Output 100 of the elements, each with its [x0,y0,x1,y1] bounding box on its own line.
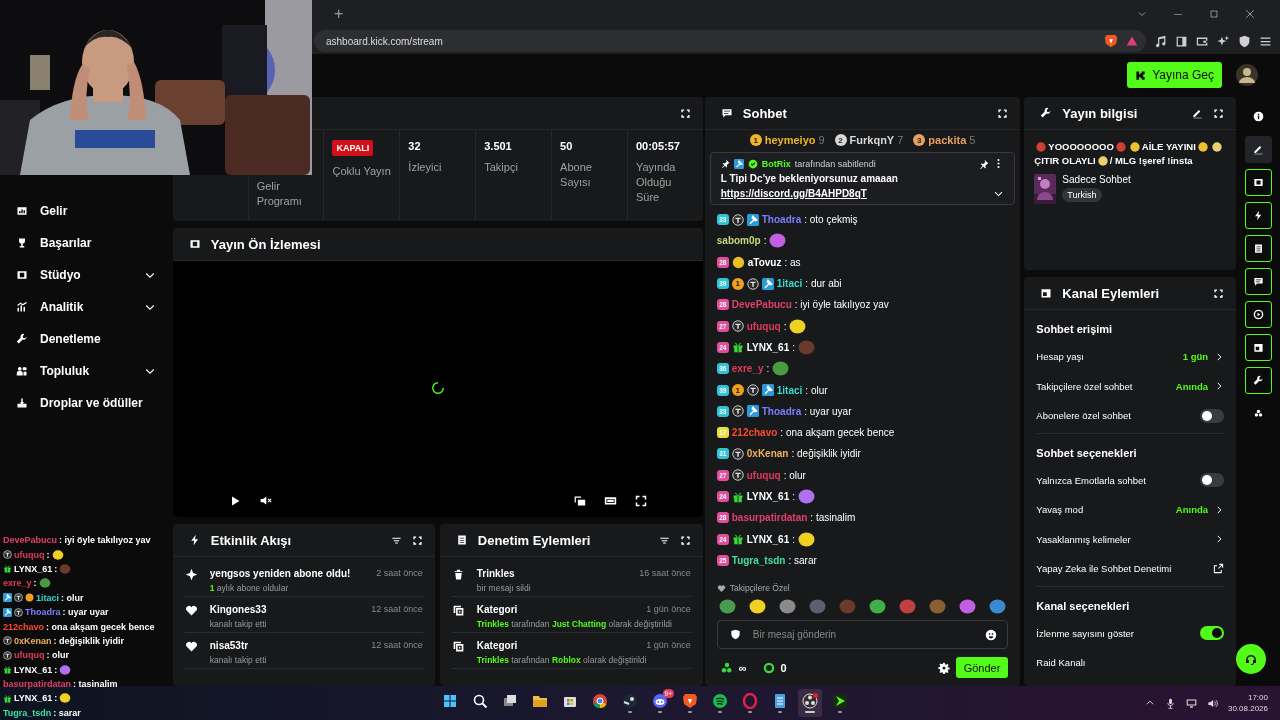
emote-icon[interactable] [778,599,796,614]
username[interactable]: LYNX_61 [746,491,790,502]
microphone-icon[interactable] [1164,697,1176,709]
username[interactable]: ufuquq [746,469,781,481]
username[interactable]: 1itaci [36,592,59,603]
category-name[interactable]: Sadece Sohbet [1062,174,1131,185]
username[interactable]: 1itaci [776,278,803,290]
theater-mode-icon[interactable] [603,494,617,507]
new-tab-button[interactable]: + [330,5,348,23]
username[interactable]: 0xKenan [14,635,52,646]
picture-in-picture-icon[interactable] [572,494,586,507]
clock-time[interactable]: 17:00 [1247,692,1268,703]
sidebar-item[interactable]: Gelir [0,195,172,227]
setting-row[interactable]: Yavaş mod Anında [1036,495,1225,525]
expand-icon[interactable] [411,534,423,546]
close-icon[interactable] [1244,8,1256,20]
expand-icon[interactable] [1213,287,1225,299]
message-input[interactable]: Bir mesaj gönderin [750,628,976,641]
setting-row[interactable]: Hesap yaşı 1 gün [1036,342,1225,372]
go-live-button[interactable]: Yayına Geç [1127,62,1222,88]
username[interactable]: DevePabucu [731,299,792,311]
username[interactable]: LYNX_61 [14,664,53,675]
rail-button[interactable] [1244,334,1272,361]
username[interactable]: ufuquq [746,320,781,332]
expand-icon[interactable] [1213,107,1225,119]
fullscreen-icon[interactable] [634,494,647,507]
username[interactable]: sabom0p [716,235,761,247]
username[interactable]: Thoadra [761,405,802,417]
message-field[interactable]: Bir mesaj gönderin [716,620,1009,649]
username[interactable]: DevePabucu [3,535,58,546]
setting-row[interactable]: Raid Kanalı [1036,648,1225,678]
username[interactable]: 212chavo [731,427,778,439]
username[interactable]: Thoadra [25,607,61,618]
username[interactable]: ufuquq [14,650,45,661]
rail-button[interactable] [1244,169,1272,196]
sidebar-item[interactable]: Stüdyo [0,259,172,291]
emote-icon[interactable] [989,599,1007,614]
username[interactable]: exre_y [3,578,32,589]
username[interactable]: 1itaci [776,384,803,396]
username[interactable]: Thoadra [761,214,802,226]
sidebar-item[interactable]: Analitik [0,291,172,323]
username[interactable]: 212chavo [3,621,45,632]
username[interactable]: 0xKenan [746,448,789,460]
restore-icon[interactable] [1208,8,1220,20]
music-note-icon[interactable] [1154,34,1167,48]
username[interactable]: Tugra_tsdn [3,707,52,718]
username[interactable]: aTovuz [747,256,782,268]
toggle-switch[interactable] [1200,408,1225,423]
toggle-switch[interactable] [1200,473,1225,488]
sidebar-item[interactable]: Droplar ve ödüller [0,387,172,419]
clock-date[interactable]: 30.08.2026 [1227,703,1268,714]
username[interactable]: basurpatirdatan [731,512,808,524]
sparkle-icon[interactable] [1217,34,1230,48]
setting-row[interactable]: Takipçilere özel sohbet Anında [1036,371,1225,401]
sidebar-icon[interactable] [1175,34,1188,48]
chevron-up-icon[interactable] [1144,698,1155,708]
shield-icon[interactable] [1238,34,1251,48]
rail-button[interactable] [1244,202,1272,229]
emote-icon[interactable] [718,599,736,614]
rail-button[interactable] [1244,367,1272,394]
expand-icon[interactable] [679,107,691,119]
expand-icon[interactable] [997,107,1009,119]
username[interactable]: ufuquq [14,549,45,560]
send-button[interactable]: Gönder [955,657,1009,678]
username[interactable]: Tugra_tsdn [731,554,786,566]
username[interactable]: BotRix [761,158,791,169]
unpin-icon[interactable] [979,158,990,169]
setting-row[interactable]: Yapay Zeka ile Sohbet Denetimi [1036,554,1225,584]
emote-icon[interactable] [748,599,766,614]
monitor-icon[interactable] [1185,697,1197,709]
username[interactable]: LYNX_61 [746,533,790,545]
sidebar-item[interactable]: Başarılar [0,227,172,259]
setting-row[interactable]: Yasaklanmış kelimeler [1036,524,1225,554]
toggle-switch[interactable] [1200,626,1225,641]
link[interactable]: https://discord.gg/B4AHPD8qT [720,188,994,199]
taskbar-app[interactable] [798,689,822,717]
username[interactable]: LYNX_61 [14,693,53,704]
rail-button[interactable] [1244,268,1272,295]
username[interactable]: LYNX_61 [746,341,790,353]
username[interactable]: basurpatirdatan [3,679,71,690]
rail-button[interactable] [1244,301,1272,328]
username[interactable]: LYNX_61 [14,563,53,574]
avatar[interactable] [1236,64,1258,86]
rail-button[interactable] [1244,235,1272,262]
emote-icon[interactable] [959,599,977,614]
muted-speaker-icon[interactable] [258,494,272,507]
username[interactable]: exre_y [731,363,764,375]
speaker-icon[interactable] [1206,697,1218,709]
wallet-icon[interactable] [1196,34,1209,48]
emoji-icon[interactable] [985,628,998,641]
address-bar[interactable]: ashboard.kick.com/stream [314,30,1146,52]
expand-icon[interactable] [679,534,691,546]
help-button[interactable] [1236,644,1266,674]
sidebar-item[interactable]: Denetleme [0,323,172,355]
emote-icon[interactable] [869,599,887,614]
settings-icon[interactable] [937,661,950,674]
menu-icon[interactable] [1259,34,1272,48]
rail-button[interactable] [1244,136,1272,163]
tag[interactable]: Turkish [1062,188,1102,202]
sidebar-item[interactable]: Topluluk [0,355,172,387]
